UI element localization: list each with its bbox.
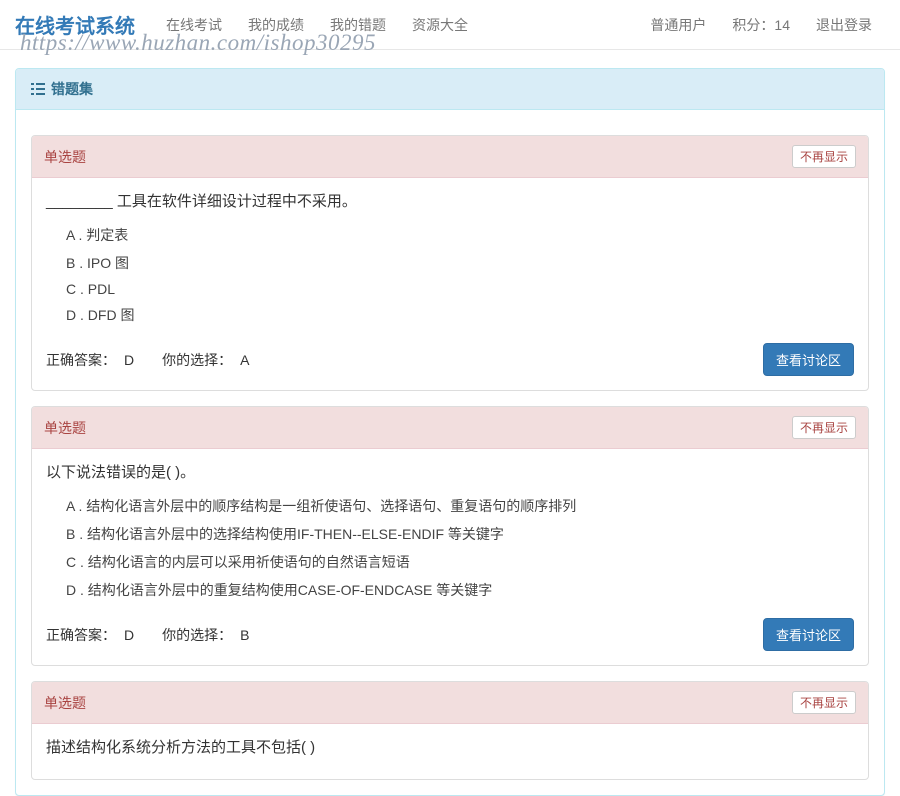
nav-exam[interactable]: 在线考试 [153,0,235,50]
question-card: 单选题 不再显示 描述结构化系统分析方法的工具不包括( ) [31,681,869,780]
question-header: 单选题 不再显示 [32,407,868,449]
question-option: B . 结构化语言外层中的选择结构使用IF-THEN--ELSE-ENDIF 等… [66,520,854,548]
panel-body: 单选题 不再显示 ________ 工具在软件详细设计过程中不采用。 A . 判… [16,110,884,795]
your-choice-label: 你的选择： [162,350,232,370]
question-header: 单选题 不再显示 [32,136,868,178]
question-stem: 以下说法错误的是( )。 [46,461,854,482]
question-option: D . 结构化语言外层中的重复结构使用CASE-OF-ENDCASE 等关键字 [66,576,854,604]
your-choice-value: A [240,352,249,368]
view-discussion-button[interactable]: 查看讨论区 [763,618,854,651]
question-card: 单选题 不再显示 ________ 工具在软件详细设计过程中不采用。 A . 判… [31,135,869,391]
your-choice-value: B [240,627,249,643]
question-option: C . PDL [66,277,854,301]
question-option: A . 结构化语言外层中的顺序结构是一组祈使语句、选择语句、重复语句的顺序排列 [66,492,854,520]
correct-answer-label: 正确答案： [46,625,116,645]
panel-title: 错题集 [51,79,93,99]
question-body: 以下说法错误的是( )。 A . 结构化语言外层中的顺序结构是一组祈使语句、选择… [32,449,868,616]
question-option: D . DFD 图 [66,301,854,329]
question-type-label: 单选题 [44,147,792,167]
question-type-label: 单选题 [44,693,792,713]
correct-answer-value: D [124,627,134,643]
panel-heading: 错题集 [16,69,884,110]
your-choice-label: 你的选择： [162,625,232,645]
correct-answer-label: 正确答案： [46,350,116,370]
nav-left: 在线考试 我的成绩 我的错题 资源大全 [153,0,637,50]
question-stem: 描述结构化系统分析方法的工具不包括( ) [46,736,854,757]
view-discussion-button[interactable]: 查看讨论区 [763,343,854,376]
nav-right: 普通用户 积分：14 退出登录 [637,0,885,50]
question-body: 描述结构化系统分析方法的工具不包括( ) [32,724,868,779]
question-option: A . 判定表 [66,221,854,249]
points-label: 积分： [732,17,774,33]
points-value: 14 [774,17,790,33]
nav-points: 积分：14 [719,0,803,50]
main-container: 错题集 单选题 不再显示 ________ 工具在软件详细设计过程中不采用。 A… [0,68,900,796]
question-options: A . 判定表B . IPO 图C . PDLD . DFD 图 [66,221,854,329]
question-footer: 正确答案： D 你的选择： B 查看讨论区 [32,616,868,665]
top-navbar: 在线考试系统 在线考试 我的成绩 我的错题 资源大全 普通用户 积分：14 退出… [0,0,900,50]
question-header: 单选题 不再显示 [32,682,868,724]
dismiss-button[interactable]: 不再显示 [792,416,856,439]
list-icon [31,83,45,95]
question-option: C . 结构化语言的内层可以采用祈使语句的自然语言短语 [66,548,854,576]
brand-logo[interactable]: 在线考试系统 [15,10,135,39]
nav-logout[interactable]: 退出登录 [803,0,885,50]
nav-wrong[interactable]: 我的错题 [317,0,399,50]
question-footer: 正确答案： D 你的选择： A 查看讨论区 [32,341,868,390]
correct-answer-value: D [124,352,134,368]
nav-user-role[interactable]: 普通用户 [637,0,719,50]
question-body: ________ 工具在软件详细设计过程中不采用。 A . 判定表B . IPO… [32,178,868,341]
dismiss-button[interactable]: 不再显示 [792,691,856,714]
nav-resources[interactable]: 资源大全 [399,0,481,50]
nav-grades[interactable]: 我的成绩 [235,0,317,50]
question-stem: ________ 工具在软件详细设计过程中不采用。 [46,190,854,211]
wrong-questions-panel: 错题集 单选题 不再显示 ________ 工具在软件详细设计过程中不采用。 A… [15,68,885,796]
dismiss-button[interactable]: 不再显示 [792,145,856,168]
question-options: A . 结构化语言外层中的顺序结构是一组祈使语句、选择语句、重复语句的顺序排列B… [66,492,854,604]
question-option: B . IPO 图 [66,249,854,277]
question-card: 单选题 不再显示 以下说法错误的是( )。 A . 结构化语言外层中的顺序结构是… [31,406,869,666]
question-type-label: 单选题 [44,418,792,438]
